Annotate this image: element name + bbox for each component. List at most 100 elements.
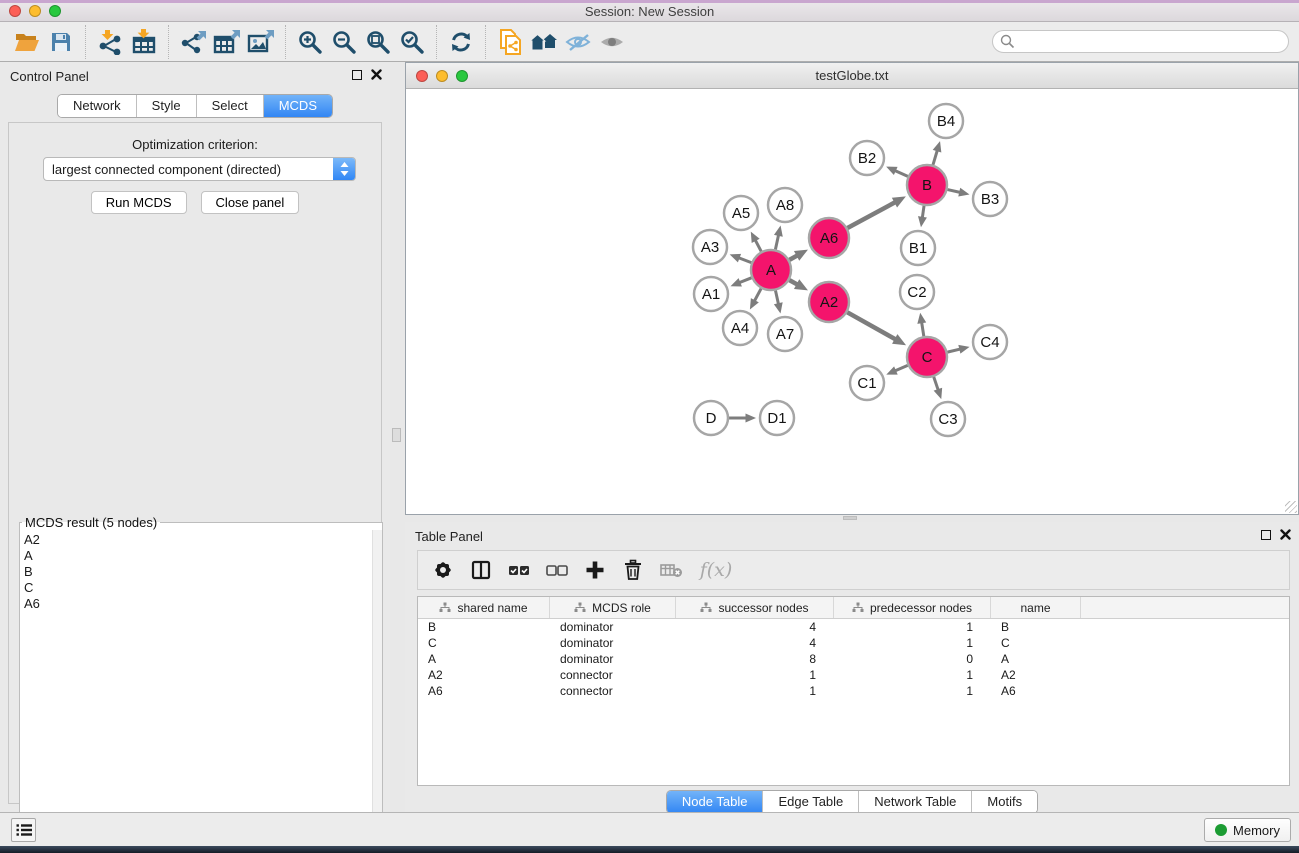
mcds-result-item-a[interactable]: A <box>24 548 372 564</box>
graph-node-A8[interactable]: A8 <box>768 188 802 222</box>
import-network-icon[interactable] <box>93 26 127 58</box>
graph-edge-D-D1[interactable] <box>729 414 756 423</box>
function-builder-icon[interactable]: f(x) <box>692 554 740 586</box>
graph-node-A3[interactable]: A3 <box>693 230 727 264</box>
table-tab-motifs[interactable]: Motifs <box>971 791 1037 813</box>
graph-edge-B-B1[interactable] <box>918 206 927 227</box>
open-session-icon[interactable] <box>10 26 44 58</box>
refresh-icon[interactable] <box>444 26 478 58</box>
graph-edge-A-A2[interactable] <box>789 279 808 290</box>
table-row-b[interactable]: Bdominator41B <box>418 619 1289 635</box>
table-row-a2[interactable]: A2connector11A2 <box>418 667 1289 683</box>
column-header-name[interactable]: name <box>991 597 1081 618</box>
network-window-titlebar[interactable]: testGlobe.txt <box>406 63 1298 89</box>
graph-node-D1[interactable]: D1 <box>760 401 794 435</box>
graph-edge-C-C1[interactable] <box>886 365 907 374</box>
show-column-panel-icon[interactable] <box>464 554 498 586</box>
graph-node-A6[interactable]: A6 <box>809 218 849 258</box>
mcds-list-scrollbar[interactable] <box>372 530 382 853</box>
zoom-fit-icon[interactable] <box>361 26 395 58</box>
graph-edge-A-A5[interactable] <box>751 232 761 252</box>
graph-node-C4[interactable]: C4 <box>973 325 1007 359</box>
tab-mcds[interactable]: MCDS <box>263 95 332 117</box>
graph-edge-B-B2[interactable] <box>886 167 908 177</box>
create-column-plus-icon[interactable] <box>578 554 612 586</box>
graph-node-B4[interactable]: B4 <box>929 104 963 138</box>
delete-table-icon[interactable] <box>654 554 688 586</box>
graph-edge-C-C2[interactable] <box>917 313 926 336</box>
graph-node-C[interactable]: C <box>907 337 947 377</box>
show-all-icon[interactable] <box>595 26 629 58</box>
first-neighbors-icon[interactable] <box>527 26 561 58</box>
graph-edge-C-C3[interactable] <box>934 377 943 399</box>
tab-network[interactable]: Network <box>58 95 136 117</box>
graph-node-A[interactable]: A <box>751 250 791 290</box>
export-image-icon[interactable] <box>244 26 278 58</box>
mcds-result-item-a2[interactable]: A2 <box>24 532 372 548</box>
graph-node-C3[interactable]: C3 <box>931 402 965 436</box>
graph-edge-A-A3[interactable] <box>730 254 752 263</box>
column-header-mcds-role[interactable]: MCDS role <box>550 597 676 618</box>
search-input[interactable] <box>992 30 1289 53</box>
tab-style[interactable]: Style <box>136 95 196 117</box>
run-mcds-button[interactable]: Run MCDS <box>91 191 187 214</box>
zoom-in-icon[interactable] <box>293 26 327 58</box>
zoom-out-icon[interactable] <box>327 26 361 58</box>
tab-select[interactable]: Select <box>196 95 263 117</box>
graph-edge-A2-C[interactable] <box>847 312 906 345</box>
table-tab-node-table[interactable]: Node Table <box>667 791 763 813</box>
divider-grip[interactable] <box>392 428 401 442</box>
save-session-icon[interactable] <box>44 26 78 58</box>
table-row-a6[interactable]: A6connector11A6 <box>418 683 1289 699</box>
horizontal-divider-grip[interactable] <box>843 516 857 520</box>
graph-edge-B-B3[interactable] <box>947 188 969 197</box>
mcds-result-item-b[interactable]: B <box>24 564 372 580</box>
graph-node-A4[interactable]: A4 <box>723 311 757 345</box>
graph-edge-A-A4[interactable] <box>750 289 761 310</box>
close-panel-button[interactable]: Close panel <box>201 191 300 214</box>
float-panel-icon[interactable] <box>352 70 362 80</box>
table-row-a[interactable]: Adominator80A <box>418 651 1289 667</box>
close-panel-icon[interactable] <box>371 69 382 80</box>
graph-node-B2[interactable]: B2 <box>850 141 884 175</box>
memory-button[interactable]: Memory <box>1204 818 1291 842</box>
network-canvas[interactable]: B4B2BB3A8A5A6A3B1AC2A1A2A4A7C4CC1C3DD1 <box>406 89 1298 514</box>
graph-node-B[interactable]: B <box>907 165 947 205</box>
graph-node-C1[interactable]: C1 <box>850 366 884 400</box>
column-header-predecessor-nodes[interactable]: predecessor nodes <box>834 597 991 618</box>
table-settings-gear-icon[interactable] <box>426 554 460 586</box>
table-tab-network-table[interactable]: Network Table <box>858 791 971 813</box>
criterion-dropdown[interactable]: largest connected component (directed) <box>43 157 356 181</box>
graph-edge-C-C4[interactable] <box>947 345 969 354</box>
graph-edge-A-A6[interactable] <box>789 250 808 261</box>
select-all-columns-icon[interactable] <box>502 554 536 586</box>
hide-selected-icon[interactable] <box>561 26 595 58</box>
graph-edge-A-A8[interactable] <box>774 226 783 250</box>
zoom-selected-icon[interactable] <box>395 26 429 58</box>
graph-edge-A-A1[interactable] <box>730 278 751 287</box>
column-header-shared-name[interactable]: shared name <box>418 597 550 618</box>
unselect-all-columns-icon[interactable] <box>540 554 574 586</box>
float-table-panel-icon[interactable] <box>1261 530 1271 540</box>
table-row-c[interactable]: Cdominator41C <box>418 635 1289 651</box>
vertical-split-divider[interactable] <box>390 62 405 812</box>
graph-node-A7[interactable]: A7 <box>768 317 802 351</box>
graph-node-C2[interactable]: C2 <box>900 275 934 309</box>
import-table-icon[interactable] <box>127 26 161 58</box>
task-history-button[interactable] <box>11 818 36 842</box>
export-network-icon[interactable] <box>176 26 210 58</box>
graph-node-A5[interactable]: A5 <box>724 196 758 230</box>
graph-edge-A-A7[interactable] <box>774 291 783 314</box>
column-header-successor-nodes[interactable]: successor nodes <box>676 597 834 618</box>
resize-grip-icon[interactable] <box>1285 501 1297 513</box>
export-table-icon[interactable] <box>210 26 244 58</box>
mcds-result-item-c[interactable]: C <box>24 580 372 596</box>
table-tab-edge-table[interactable]: Edge Table <box>762 791 858 813</box>
graph-node-D[interactable]: D <box>694 401 728 435</box>
mcds-result-item-a6[interactable]: A6 <box>24 596 372 612</box>
delete-column-trash-icon[interactable] <box>616 554 650 586</box>
graph-node-A1[interactable]: A1 <box>694 277 728 311</box>
graph-node-A2[interactable]: A2 <box>809 282 849 322</box>
close-table-panel-icon[interactable] <box>1280 529 1291 540</box>
graph-edge-A6-B[interactable] <box>847 196 905 228</box>
